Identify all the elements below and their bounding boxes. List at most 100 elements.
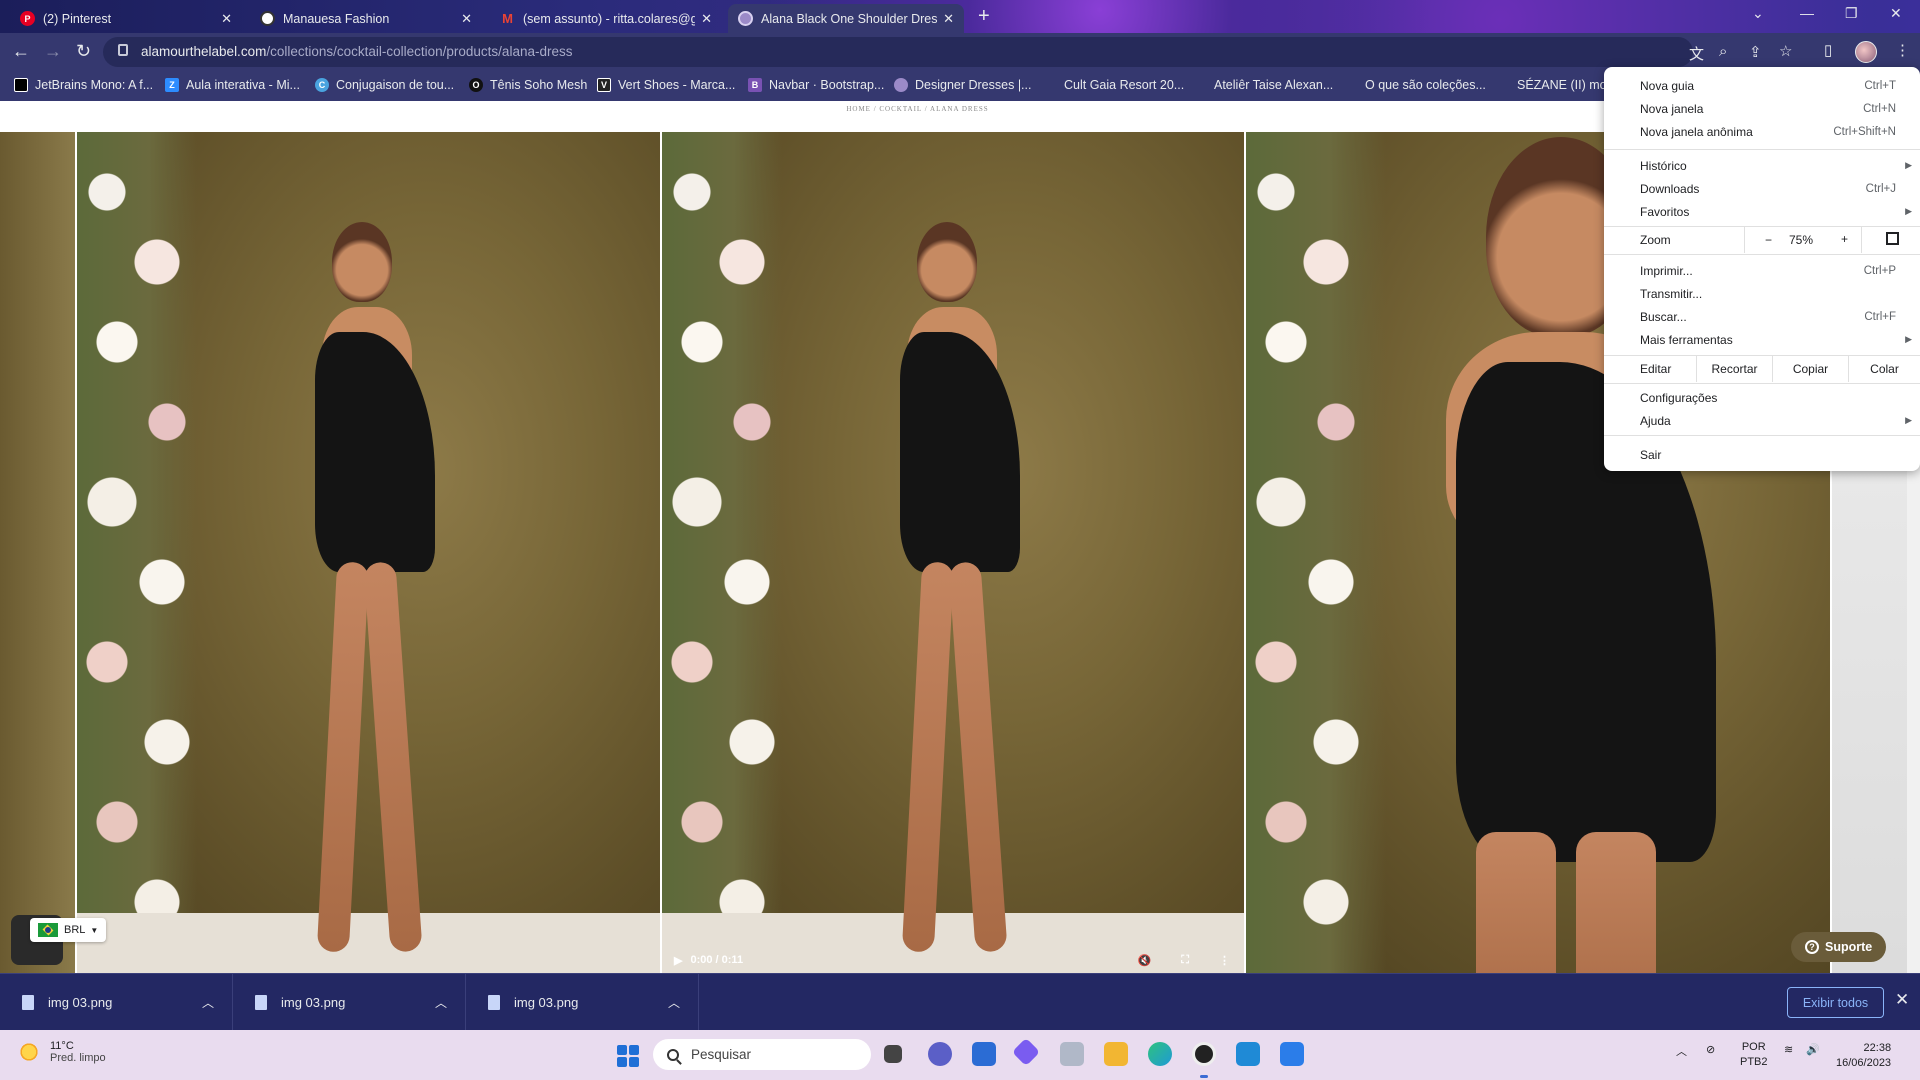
- close-icon[interactable]: ✕: [221, 11, 232, 27]
- bookmark-item[interactable]: Designer Dresses |...: [894, 78, 1031, 92]
- download-shelf: img 03.png ︿ img 03.png ︿ img 03.png ︿ E…: [0, 973, 1920, 1031]
- weather-widget[interactable]: 11°C Pred. limpo: [18, 1040, 106, 1064]
- currency-selector[interactable]: BRL ▼: [30, 918, 107, 942]
- chevron-up-icon[interactable]: ︿: [1676, 1043, 1687, 1059]
- bookmark-item[interactable]: B Navbar · Bootstrap...: [748, 78, 884, 92]
- new-tab-button[interactable]: +: [978, 5, 990, 28]
- chat-icon[interactable]: [928, 1042, 952, 1066]
- language-indicator[interactable]: POR PTB2: [1740, 1040, 1768, 1070]
- profile-avatar[interactable]: [1855, 41, 1877, 63]
- close-icon[interactable]: ✕: [1895, 990, 1909, 1010]
- address-bar[interactable]: alamourthelabel.com/collections/cocktail…: [103, 37, 1792, 67]
- side-panel-icon[interactable]: ▯: [1824, 41, 1832, 59]
- zoom-icon[interactable]: ⌕: [1719, 43, 1727, 60]
- menu-item-cast[interactable]: Transmitir...: [1604, 282, 1920, 305]
- menu-item-help[interactable]: Ajuda ▶: [1604, 409, 1920, 432]
- back-button[interactable]: ←: [12, 41, 30, 62]
- menu-item-incognito[interactable]: Nova janela anônima Ctrl+Shift+N: [1604, 120, 1920, 143]
- gallery-image[interactable]: [0, 132, 75, 973]
- vscode-icon[interactable]: [1236, 1042, 1260, 1066]
- bookmark-item[interactable]: Ateliêr Taise Alexan...: [1214, 78, 1333, 92]
- paste-button[interactable]: Colar: [1848, 356, 1920, 382]
- forward-button[interactable]: →: [44, 41, 62, 62]
- store-icon[interactable]: [972, 1042, 996, 1066]
- clock[interactable]: 22:38 16/06/2023: [1836, 1041, 1891, 1071]
- menu-shortcut: Ctrl+N: [1863, 102, 1896, 115]
- cloud-icon[interactable]: [1060, 1042, 1084, 1066]
- bookmark-item[interactable]: Z Aula interativa - Mi...: [165, 78, 300, 92]
- chevron-up-icon[interactable]: ︿: [435, 994, 447, 1011]
- close-icon[interactable]: ✕: [461, 11, 472, 27]
- download-item[interactable]: img 03.png ︿: [233, 974, 466, 1031]
- zoom-out-button[interactable]: −: [1765, 233, 1772, 247]
- mute-icon[interactable]: 🔇: [1138, 954, 1152, 967]
- menu-item-exit[interactable]: Sair: [1604, 443, 1920, 466]
- fullscreen-icon[interactable]: ⛶: [1181, 954, 1189, 967]
- fullscreen-icon[interactable]: [1886, 232, 1899, 245]
- tab-gmail[interactable]: M (sem assunto) - ritta.colares@gm ✕: [490, 4, 722, 33]
- menu-item-bookmarks[interactable]: Favoritos ▶: [1604, 200, 1920, 223]
- zoom-value: 75%: [1789, 233, 1814, 247]
- play-icon[interactable]: ▶: [674, 954, 682, 967]
- wifi-icon[interactable]: ≋: [1784, 1043, 1793, 1056]
- download-item[interactable]: img 03.png ︿: [0, 974, 233, 1031]
- gallery-video[interactable]: [662, 132, 1244, 973]
- task-view-icon[interactable]: [884, 1045, 902, 1063]
- close-icon[interactable]: ✕: [943, 11, 954, 27]
- network-off-icon[interactable]: ⊘: [1706, 1043, 1715, 1056]
- tab-alana-dress[interactable]: Alana Black One Shoulder Dress ✕: [728, 4, 964, 33]
- bookmark-item[interactable]: O que são coleções...: [1365, 78, 1486, 92]
- file-explorer-icon[interactable]: [1104, 1042, 1128, 1066]
- volume-icon[interactable]: 🔊: [1806, 1043, 1820, 1056]
- chevron-up-icon[interactable]: ︿: [202, 994, 214, 1011]
- bookmark-star-icon[interactable]: ☆: [1779, 42, 1792, 60]
- copilot-icon[interactable]: [1011, 1037, 1041, 1067]
- maximize-button[interactable]: ❐: [1845, 5, 1858, 22]
- more-options-icon[interactable]: ⋮: [1219, 954, 1230, 967]
- menu-item-new-window[interactable]: Nova janela Ctrl+N: [1604, 97, 1920, 120]
- edge-icon[interactable]: [1148, 1042, 1172, 1066]
- menu-item-history[interactable]: Histórico ▶: [1604, 154, 1920, 177]
- window-close-button[interactable]: ✕: [1890, 5, 1902, 22]
- translate-icon[interactable]: 文: [1689, 43, 1704, 64]
- bookmark-item[interactable]: V Vert Shoes - Marca...: [597, 78, 735, 92]
- menu-item-print[interactable]: Imprimir... Ctrl+P: [1604, 259, 1920, 282]
- bookmark-item[interactable]: SÉZANE (II) mod: [1517, 78, 1614, 92]
- menu-item-settings[interactable]: Configurações: [1604, 386, 1920, 409]
- cut-button[interactable]: Recortar: [1696, 356, 1772, 382]
- copy-button[interactable]: Copiar: [1772, 356, 1848, 382]
- bookmark-item[interactable]: C Conjugaison de tou...: [315, 78, 454, 92]
- gallery-image[interactable]: [77, 132, 660, 973]
- menu-item-downloads[interactable]: Downloads Ctrl+J: [1604, 177, 1920, 200]
- support-button[interactable]: ? Suporte: [1791, 932, 1887, 962]
- menu-item-new-tab[interactable]: Nova guia Ctrl+T: [1604, 74, 1920, 97]
- zoom-controls: − 75% +: [1744, 227, 1862, 253]
- download-item[interactable]: img 03.png ︿: [466, 974, 699, 1031]
- share-icon[interactable]: ⇪: [1749, 43, 1762, 61]
- menu-shortcut: Ctrl+J: [1865, 182, 1896, 195]
- menu-item-find[interactable]: Buscar... Ctrl+F: [1604, 305, 1920, 328]
- tab-title: Manauesa Fashion: [283, 11, 390, 26]
- zoom-in-button[interactable]: +: [1841, 232, 1848, 246]
- url-text[interactable]: alamourthelabel.com/collections/cocktail…: [141, 44, 572, 59]
- bookmark-item[interactable]: JetBrains Mono: A f...: [14, 78, 153, 92]
- show-all-downloads-button[interactable]: Exibir todos: [1787, 987, 1884, 1018]
- bookmark-item[interactable]: O Tênis Soho Mesh: [469, 78, 587, 92]
- tab-manauesa[interactable]: Manauesa Fashion ✕: [250, 4, 482, 33]
- reload-button[interactable]: ↻: [76, 41, 91, 62]
- chevron-up-icon[interactable]: ︿: [668, 994, 680, 1011]
- paint-icon[interactable]: [1280, 1042, 1304, 1066]
- brazil-flag-icon: [38, 923, 58, 937]
- bookmark-item[interactable]: Cult Gaia Resort 20...: [1064, 78, 1184, 92]
- tab-search-icon[interactable]: ⌄: [1752, 5, 1764, 22]
- chrome-icon[interactable]: [1192, 1042, 1216, 1066]
- tab-pinterest[interactable]: P (2) Pinterest ✕: [10, 4, 242, 33]
- taskbar-search[interactable]: Pesquisar: [653, 1039, 871, 1070]
- lock-icon[interactable]: [118, 44, 128, 56]
- menu-kebab-icon[interactable]: ⋮: [1895, 41, 1910, 59]
- close-icon[interactable]: ✕: [701, 11, 712, 27]
- menu-item-more-tools[interactable]: Mais ferramentas ▶: [1604, 328, 1920, 351]
- start-button[interactable]: [617, 1045, 639, 1067]
- minimize-button[interactable]: —: [1800, 5, 1814, 21]
- browser-toolbar: ← → ↻ alamourthelabel.com/collections/co…: [0, 33, 1920, 71]
